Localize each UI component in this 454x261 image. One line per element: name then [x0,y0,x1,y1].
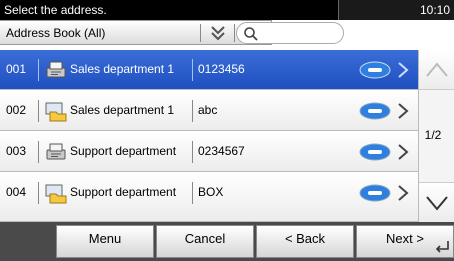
entry-number: 001 [6,62,27,76]
entry-number: 004 [6,185,27,199]
divider [38,59,39,81]
divider [192,59,193,81]
chevron-right-icon[interactable] [396,61,410,79]
divider [192,100,193,122]
scroll-up-button[interactable] [419,50,454,90]
folder-icon [45,102,67,122]
folder-icon [45,184,67,204]
detail-button[interactable] [358,143,392,161]
double-chevron-down-icon[interactable] [206,24,230,42]
entry-destination: abc [198,103,218,117]
entry-name: Support department [70,144,177,158]
address-book-select[interactable]: Address Book (All) [0,20,272,45]
entry-destination: BOX [198,185,224,199]
chevron-down-icon [426,196,448,211]
chevron-right-icon[interactable] [396,143,410,161]
back-button[interactable]: < Back [256,225,354,258]
entry-number: 002 [6,103,27,117]
next-button-label: Next > [386,231,424,246]
entry-name: Sales department 1 [70,103,175,117]
divider [192,141,193,163]
page-title: Select the address. [4,3,107,17]
fax-icon [46,61,66,78]
divider [38,100,39,122]
entry-name: Support department [70,185,177,199]
divider [234,24,235,42]
divider [200,24,201,42]
entry-name: Sales department 1 [70,62,175,76]
list-item[interactable]: 004 Support department BOX [0,173,418,222]
entry-destination: 0123456 [198,62,245,76]
next-button[interactable]: Next > [356,225,454,258]
clock: 10:10 [419,3,450,17]
scroll-down-button[interactable] [419,182,454,222]
search-icon [244,27,258,41]
scroll-panel: 1/2 [418,50,454,222]
header-title-area: Select the address. [0,0,339,20]
cancel-button[interactable]: Cancel [156,225,254,258]
list-item[interactable]: 002 Sales department 1 abc [0,91,418,131]
search-input[interactable] [236,22,344,44]
detail-button[interactable] [358,184,392,202]
divider [192,182,193,204]
footer-bar: Menu Cancel < Back Next > [0,222,454,261]
list-item[interactable]: 001 Sales department 1 0123456 [0,50,418,90]
divider [38,182,39,204]
detail-button[interactable] [358,102,392,120]
list-item[interactable]: 003 Support department 0234567 [0,132,418,172]
divider [38,141,39,163]
entry-number: 003 [6,144,27,158]
detail-button[interactable] [358,61,392,79]
fax-icon [46,143,66,160]
enter-icon [435,241,449,253]
address-book-select-value: Address Book (All) [6,26,106,40]
menu-button[interactable]: Menu [56,225,154,258]
chevron-right-icon[interactable] [396,184,410,202]
chevron-up-icon [426,62,448,77]
page-indicator: 1/2 [424,128,442,142]
chevron-right-icon[interactable] [396,102,410,120]
entry-destination: 0234567 [198,144,245,158]
